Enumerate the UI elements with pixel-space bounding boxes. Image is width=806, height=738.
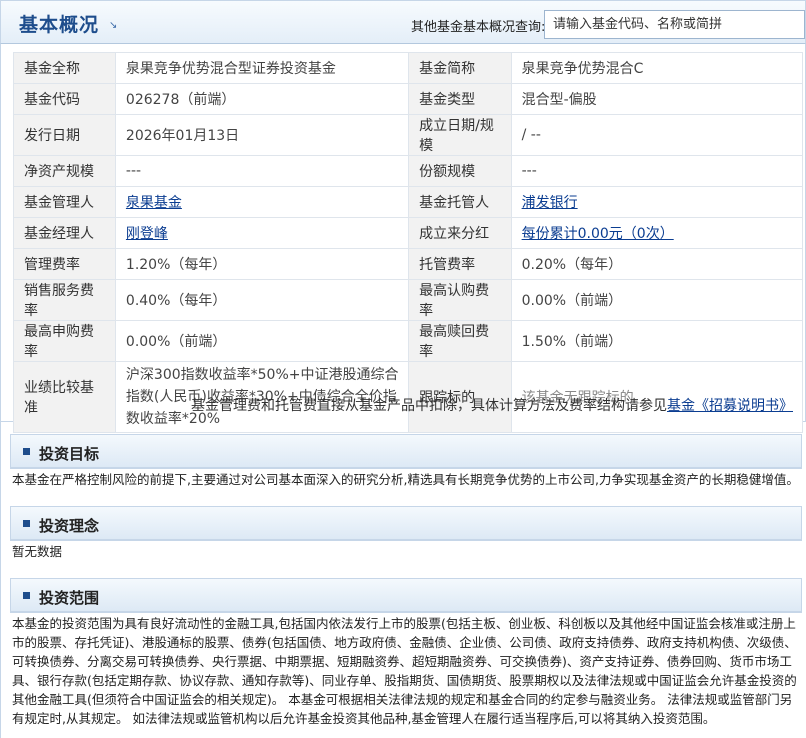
prospectus-link[interactable]: 基金《招募说明书》 [667,398,793,414]
value-management-fee: 1.20%（每年） [114,248,410,280]
bullet-icon [23,448,30,455]
value-inception-scale: / -- [510,114,804,156]
query-label: 其他基金基本概况查询: [411,20,546,35]
fee-note-text: 基金管理费和托管费直接从基金产品中扣除，具体计算方法及费率结构请参见 [191,398,667,414]
label-net-assets: 净资产规模 [13,155,116,187]
section-title-scope: 投资范围 [39,589,100,607]
left-border [0,422,1,738]
table-row: 发行日期 2026年01月13日 成立日期/规模 / -- [13,114,804,156]
value-short-name: 泉果竞争优势混合C [510,52,804,84]
label-fund-manager: 基金经理人 [13,217,116,249]
table-row: 基金代码 026278（前端） 基金类型 混合型-偏股 [13,83,804,115]
label-share-scale: 份额规模 [408,155,512,187]
value-issue-date: 2026年01月13日 [114,114,410,156]
section-header-scope: 投资范围 [10,578,802,612]
value-max-purchase-fee: 0.00%（前端） [114,320,410,362]
divider [10,540,802,541]
custodian-link[interactable]: 浦发银行 [522,195,578,211]
value-net-assets: --- [114,155,410,187]
page-header: 基本概况 ↘ 其他基金基本概况查询: [0,0,806,44]
fee-note: 基金管理费和托管费直接从基金产品中扣除，具体计算方法及费率结构请参见基金《招募说… [191,395,793,415]
table-row: 管理费率 1.20%（每年） 托管费率 0.20%（每年） [13,248,804,280]
value-share-scale: --- [510,155,804,187]
label-dividends: 成立来分红 [408,217,512,249]
value-fund-code: 026278（前端） [114,83,410,115]
arrow-icon: ↘ [109,20,118,31]
fund-info-panel: 基金全称 泉果竞争优势混合型证券投资基金 基金简称 泉果竞争优势混合C 基金代码… [0,44,806,433]
table-row: 净资产规模 --- 份额规模 --- [13,155,804,187]
fund-search-input[interactable] [544,10,805,39]
value-max-subscription-fee: 0.00%（前端） [510,279,804,321]
label-custodian: 基金托管人 [408,186,512,218]
label-inception-scale: 成立日期/规模 [408,114,512,156]
label-custody-fee: 托管费率 [408,248,512,280]
label-max-redemption-fee: 最高赎回费率 [408,320,512,362]
bullet-icon [23,592,30,599]
fund-info-table: 基金全称 泉果竞争优势混合型证券投资基金 基金简称 泉果竞争优势混合C 基金代码… [13,52,804,433]
value-sales-service-fee: 0.40%（每年） [114,279,410,321]
table-row: 基金全称 泉果竞争优势混合型证券投资基金 基金简称 泉果竞争优势混合C [13,52,804,84]
value-fund-type: 混合型-偏股 [510,83,804,115]
label-benchmark: 业绩比较基准 [13,361,116,433]
label-issue-date: 发行日期 [13,114,116,156]
value-custody-fee: 0.20%（每年） [510,248,804,280]
table-row: 基金管理人 泉果基金 基金托管人 浦发银行 [13,186,804,218]
table-row: 最高申购费率 0.00%（前端） 最高赎回费率 1.50%（前端） [13,320,804,362]
page-title: 基本概况 [19,14,100,36]
label-management-fee: 管理费率 [13,248,116,280]
section-text-philosophy: 暂无数据 [12,544,63,559]
section-title-philosophy: 投资理念 [39,517,100,535]
fund-manager-link[interactable]: 刚登峰 [126,226,168,242]
section-header-objective: 投资目标 [10,434,802,468]
value-max-redemption-fee: 1.50%（前端） [510,320,804,362]
section-title-objective: 投资目标 [39,445,100,463]
label-sales-service-fee: 销售服务费率 [13,279,116,321]
label-max-purchase-fee: 最高申购费率 [13,320,116,362]
section-header-philosophy: 投资理念 [10,506,802,540]
value-full-name: 泉果竞争优势混合型证券投资基金 [114,52,410,84]
dividends-link[interactable]: 每份累计0.00元（0次） [522,226,674,242]
divider [10,468,802,469]
label-full-name: 基金全称 [13,52,116,84]
label-max-subscription-fee: 最高认购费率 [408,279,512,321]
manager-company-link[interactable]: 泉果基金 [126,195,182,211]
label-fund-type: 基金类型 [408,83,512,115]
section-text-scope: 本基金的投资范围为具有良好流动性的金融工具,包括国内依法发行上市的股票(包括主板… [12,616,797,726]
label-manager-company: 基金管理人 [13,186,116,218]
section-text-objective: 本基金在严格控制风险的前提下,主要通过对公司基本面深入的研究分析,精选具有长期竞… [12,472,799,487]
label-fund-code: 基金代码 [13,83,116,115]
table-row: 销售服务费率 0.40%（每年） 最高认购费率 0.00%（前端） [13,279,804,321]
label-short-name: 基金简称 [408,52,512,84]
table-row: 基金经理人 刚登峰 成立来分红 每份累计0.00元（0次） [13,217,804,249]
bullet-icon [23,520,30,527]
divider [10,612,802,613]
